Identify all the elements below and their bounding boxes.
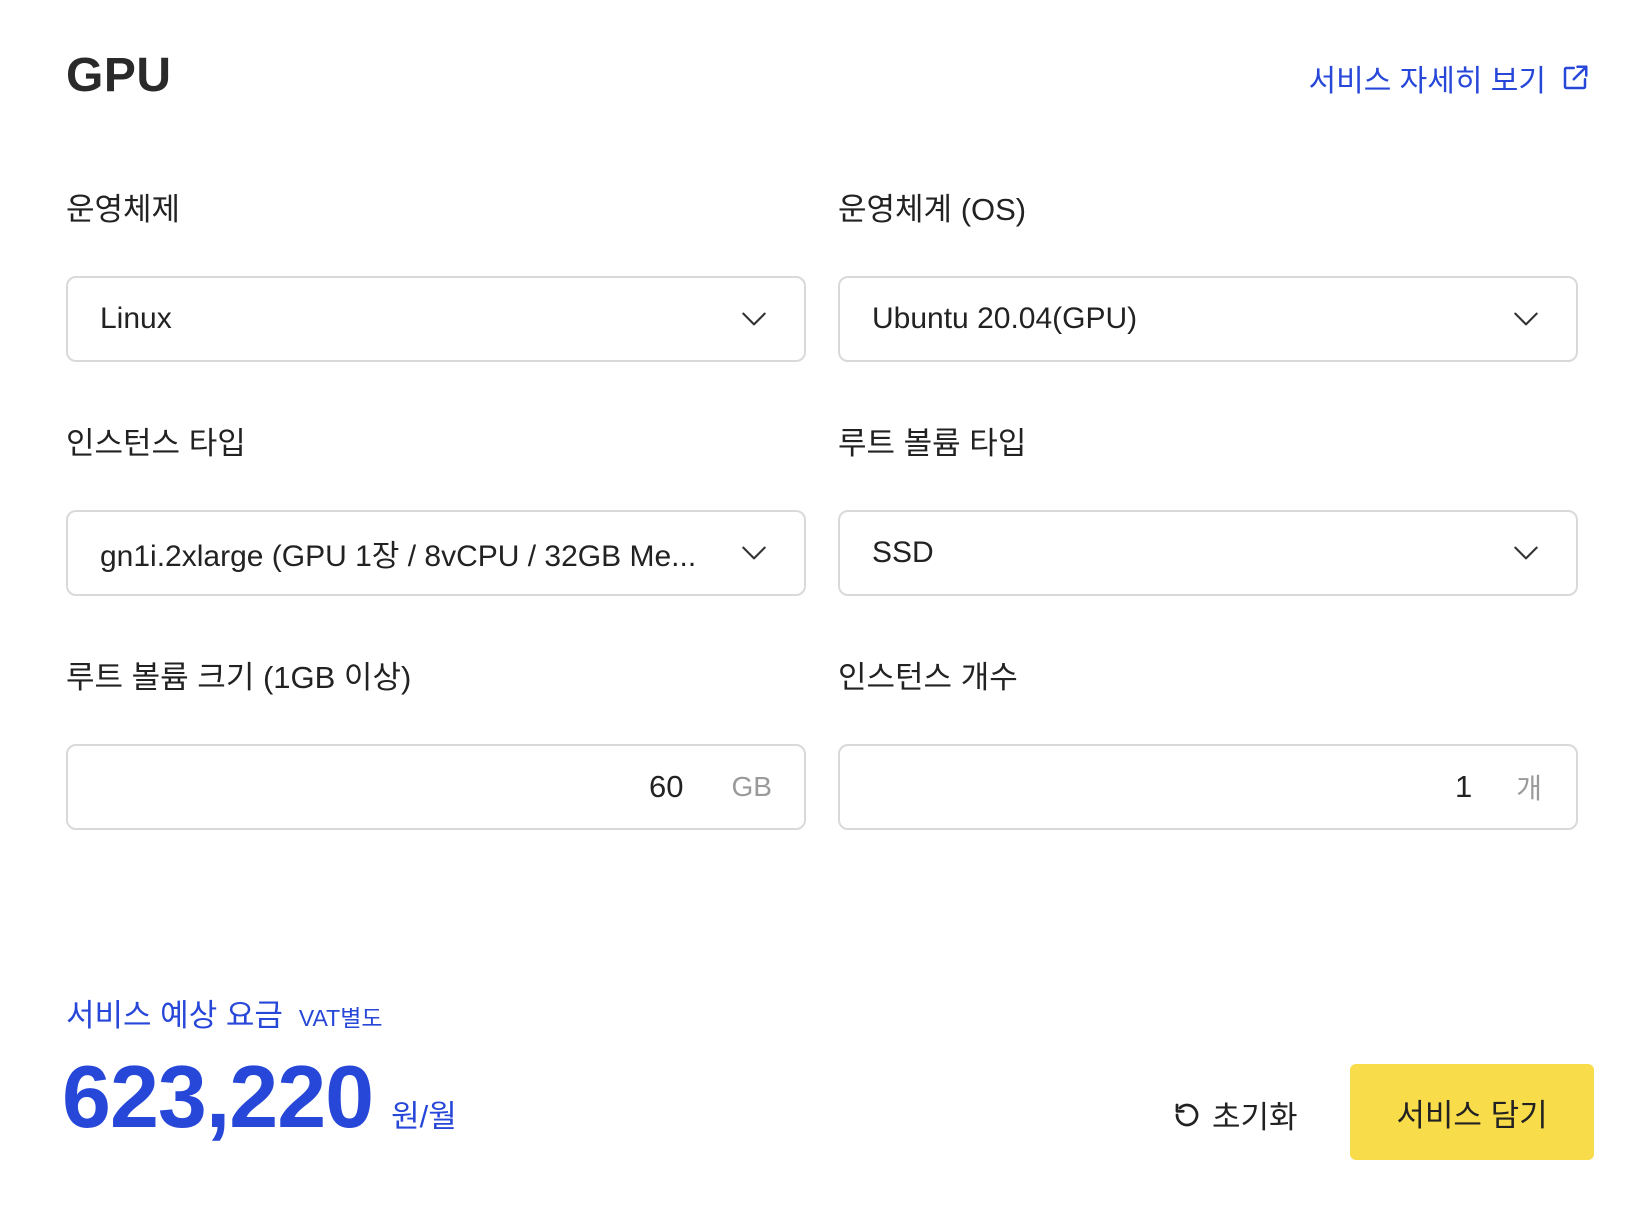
page-title: GPU bbox=[66, 49, 172, 102]
os-select[interactable]: Ubuntu 20.04(GPU) bbox=[838, 276, 1578, 362]
price-amount: 623,220 bbox=[62, 1047, 374, 1146]
instance-count-unit: 개 bbox=[1516, 773, 1542, 804]
root-volume-size-value[interactable]: 60 bbox=[649, 769, 683, 805]
root-volume-size-unit: GB bbox=[731, 771, 772, 802]
reset-icon bbox=[1175, 1103, 1199, 1126]
service-detail-link[interactable]: 서비스 자세히 보기 bbox=[1309, 56, 1590, 100]
service-detail-link-label: 서비스 자세히 보기 bbox=[1308, 65, 1546, 98]
root-volume-type-value: SSD bbox=[872, 536, 934, 569]
estimated-price: 623,220 원/월 bbox=[62, 1046, 457, 1148]
root-volume-size-input[interactable]: 60 GB bbox=[66, 744, 806, 830]
root-volume-type-label: 루트 볼륨 타입 bbox=[838, 426, 1027, 461]
os-value: Ubuntu 20.04(GPU) bbox=[872, 302, 1138, 335]
vat-note: VAT별도 bbox=[298, 1005, 383, 1031]
estimated-price-title: 서비스 예상 요금 bbox=[66, 998, 283, 1033]
instance-count-value[interactable]: 1 bbox=[1455, 769, 1472, 805]
reset-button[interactable]: 초기화 bbox=[1172, 1092, 1298, 1137]
instance-type-select[interactable]: gn1i.2xlarge (GPU 1장 / 8vCPU / 32GB Me..… bbox=[66, 510, 806, 596]
os-category-select[interactable]: Linux bbox=[66, 276, 806, 362]
price-unit: 원/월 bbox=[391, 1099, 457, 1134]
chevron-down-icon bbox=[742, 546, 766, 560]
chevron-down-icon bbox=[742, 312, 766, 326]
reset-label: 초기화 bbox=[1212, 1100, 1298, 1135]
os-category-value: Linux bbox=[100, 302, 172, 335]
os-label: 운영체계 (OS) bbox=[838, 192, 1027, 227]
chevron-down-icon bbox=[1514, 546, 1538, 560]
instance-count-label: 인스턴스 개수 bbox=[838, 660, 1018, 695]
add-to-cart-button[interactable]: 서비스 담기 bbox=[1350, 1064, 1594, 1160]
os-category-label: 운영체제 bbox=[66, 192, 181, 227]
estimated-price-label: 서비스 예상 요금 VAT별도 bbox=[66, 990, 383, 1035]
instance-count-input[interactable]: 1 개 bbox=[838, 744, 1578, 830]
chevron-down-icon bbox=[1514, 312, 1538, 326]
instance-type-value: gn1i.2xlarge (GPU 1장 / 8vCPU / 32GB Me..… bbox=[100, 540, 697, 573]
gpu-config-panel: GPU 서비스 자세히 보기 운영체제 Linux 운영체계 (OS) Ubun… bbox=[0, 0, 1644, 1230]
external-link-icon bbox=[1563, 65, 1588, 90]
instance-type-label: 인스턴스 타입 bbox=[66, 426, 246, 461]
root-volume-type-select[interactable]: SSD bbox=[838, 510, 1578, 596]
root-volume-size-label: 루트 볼륨 크기 (1GB 이상) bbox=[66, 660, 412, 695]
